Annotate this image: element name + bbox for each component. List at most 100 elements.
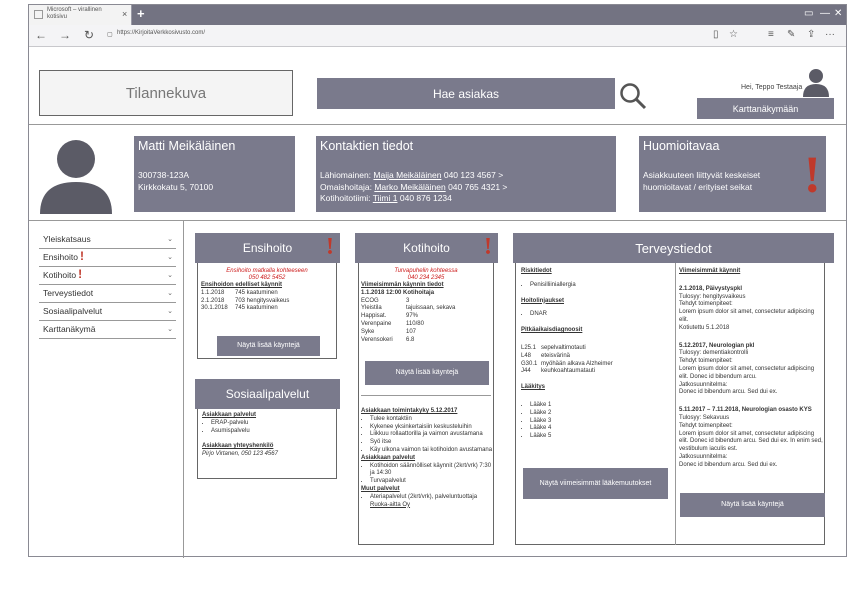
visit-line: Tulosyy: Sekavuus [679, 414, 730, 421]
provider-link[interactable]: Ruoka-aitta Oy [370, 502, 410, 508]
chevron-down-icon: ⌄ [167, 272, 173, 279]
section-heading: Asiakkaan palvelut [361, 454, 416, 461]
contact-link[interactable]: Marko Meikäläinen [374, 182, 445, 192]
new-tab-icon[interactable]: + [137, 6, 145, 21]
ensihoito-content: Ensihoito matkalla kohteeseen 050 482 54… [201, 268, 333, 313]
list-item: Lääke 2 [530, 410, 671, 418]
section-heading: Ensihoidon edelliset käynnit [201, 282, 283, 288]
nav-item-kotihoito[interactable]: Kotihoito! ⌄ [39, 267, 176, 285]
diagnosis-code: G30.1 [521, 360, 538, 367]
search-customer-field[interactable]: Hae asiakas [317, 78, 615, 109]
kotihoito-content-bottom: Asiakkaan toimintakyky 5.12.2017 Tulee k… [361, 408, 493, 509]
list-item: Lääke 5 [530, 433, 671, 441]
visit-reason: 745 kaatuminen [235, 305, 278, 312]
share-icon[interactable]: ⇪ [807, 29, 815, 40]
user-avatar-icon[interactable] [801, 67, 831, 97]
url-field[interactable]: https://KirjoitaVerkkosivusto.com/ [117, 30, 205, 36]
list-item: Ateriapalvelut (2krt/vrk), palveluntuott… [370, 494, 493, 510]
ensihoito-more-button[interactable]: Näytä lisää käyntejä [217, 336, 320, 356]
notes-text: Asiakkuuteen liittyvät keskeiset huomioi… [643, 170, 761, 192]
visit-line: Donec id bibendum arcu. Sed dui ex. [679, 461, 778, 468]
contact-line: Omaishoitaja: Marko Meikäläinen 040 765 … [320, 181, 508, 192]
visit-info: 1.1.2018 12:00 Kotihoitaja [361, 289, 435, 296]
patient-avatar-icon [40, 140, 112, 214]
nav-item-sosiaalipalvelut[interactable]: Sosiaalipalvelut ⌄ [39, 303, 176, 321]
sosiaali-content: Asiakkaan palvelut ERAP-palveluAsumispal… [202, 412, 334, 459]
diagnosis-row: J44 keuhkoahtaumatauti [521, 368, 671, 376]
list-item: DNAR [530, 311, 671, 319]
nav-item-terveystiedot[interactable]: Terveystiedot ⌄ [39, 285, 176, 303]
vital-value: 107 [406, 328, 417, 335]
vital-row: Verenpaine 110/80 [361, 321, 491, 329]
visit-row: 30.1.2018 745 kaatuminen [201, 305, 333, 313]
contact-link[interactable]: Maija Meikäläinen [373, 170, 441, 180]
favorite-star-icon[interactable]: ☆ [729, 29, 738, 40]
map-view-button[interactable]: Karttanäkymään [697, 98, 834, 119]
terveys-more-button[interactable]: Näytä lisää käyntejä [680, 493, 825, 517]
vital-value: 110/80 [406, 320, 424, 327]
diagnosis-row: L48 eteisvärinä [521, 353, 671, 361]
list-item: Lääke 1 [530, 402, 671, 410]
visit-entry: 5.12.2017, Neurologian pkl Tulosyy: demen… [679, 343, 823, 398]
list-item: Syö itse [370, 439, 493, 447]
vital-row: Yleistila tajuissaan, sekava [361, 305, 491, 313]
list-item: Käy ulkona vaimon tai kotihoidon avustam… [370, 447, 493, 455]
divider [675, 263, 676, 545]
kotihoito-alert-phone: 040 234 2345 [407, 275, 445, 281]
tab-close-icon[interactable]: × [122, 9, 127, 19]
visit-entry: 5.11.2017 – 7.11.2018, Neurologian osast… [679, 407, 823, 469]
chevron-down-icon: ⌄ [167, 254, 173, 261]
nav-item-karttanäkymä[interactable]: Karttanäkymä ⌄ [39, 321, 176, 339]
section-heading: Lääkitys [521, 384, 546, 391]
vital-label: Verenpaine [361, 320, 392, 327]
kotihoito-title: Kotihoito [403, 241, 450, 255]
list-item: Liikkuu rollaattorilla ja vaimon avustam… [370, 431, 493, 439]
minimize-icon[interactable]: — [820, 8, 830, 19]
tab-title: Microsoft – virallinen kotisivu [47, 7, 102, 20]
warning-icon: ! [803, 147, 821, 204]
contact-link[interactable]: Tiimi 1 [373, 193, 398, 203]
nav-item-label: Sosiaalipalvelut [43, 306, 103, 316]
address-bar-row: ← → ↻ ▢ https://KirjoitaVerkkosivusto.co… [29, 25, 846, 47]
visit-reason: 745 kaatuminen [235, 289, 278, 296]
divider [361, 395, 491, 396]
more-icon[interactable]: ··· [825, 29, 835, 40]
warning-icon: ! [484, 234, 492, 260]
terveys-header: Terveystiedot [513, 233, 834, 263]
close-window-icon[interactable]: ✕ [834, 8, 842, 19]
vital-label: ECOG [361, 297, 379, 304]
diagnosis-row: L25.1 sepelvaltimotauti [521, 345, 671, 353]
sosiaali-header: Sosiaalipalvelut [195, 379, 340, 409]
section-heading: Muut palvelut [361, 485, 400, 492]
browser-tab[interactable]: Microsoft – virallinen kotisivu × [29, 5, 132, 25]
contacts-title: Kontaktien tiedot [320, 139, 414, 153]
nav-item-yleiskatsaus[interactable]: Yleiskatsaus ⌄ [39, 231, 176, 249]
visit-date: 30.1.2018 [201, 305, 228, 312]
nav-item-ensihoito[interactable]: Ensihoito! ⌄ [39, 249, 176, 267]
restore-icon[interactable]: ▭ [804, 8, 813, 19]
med-changes-button[interactable]: Näytä viimeisimmät lääkemuutokset [523, 468, 668, 499]
back-icon[interactable]: ← [35, 28, 47, 42]
visit-line: Tehdyt toimenpiteet: [679, 358, 733, 365]
diagnosis-name: sepelvaltimotauti [541, 344, 586, 351]
visit-date: 1.1.2018 [201, 289, 225, 296]
search-icon[interactable] [619, 82, 647, 110]
chevron-down-icon: ⌄ [167, 326, 173, 333]
vital-label: Happisat. [361, 313, 387, 320]
forward-icon[interactable]: → [59, 28, 71, 42]
patient-name: Matti Meikäläinen [138, 139, 236, 153]
reading-view-icon[interactable]: ▯ [713, 29, 719, 40]
nav-item-label: Karttanäkymä [43, 324, 96, 334]
ensihoito-alert: Ensihoito matkalla kohteeseen [226, 268, 308, 274]
hub-icon[interactable]: ≡ [768, 29, 774, 40]
list-item: Lääke 3 [530, 418, 671, 426]
ensihoito-title: Ensihoito [242, 241, 293, 255]
diagnosis-code: L48 [521, 352, 532, 359]
notes-icon[interactable]: ✎ [787, 29, 795, 40]
visit-entry: 2.1.2018, Päivystyspkl Tulosyy: hengitysv… [679, 286, 823, 333]
contact-line: Lähiomainen: Maija Meikäläinen 040 123 4… [320, 170, 504, 180]
refresh-icon[interactable]: ↻ [84, 28, 94, 42]
chevron-down-icon: ⌄ [167, 308, 173, 315]
list-item: Kykenee yksinkertaisiin keskusteluihin [370, 424, 493, 432]
kotihoito-more-button[interactable]: Näytä lisää käyntejä [365, 361, 489, 385]
